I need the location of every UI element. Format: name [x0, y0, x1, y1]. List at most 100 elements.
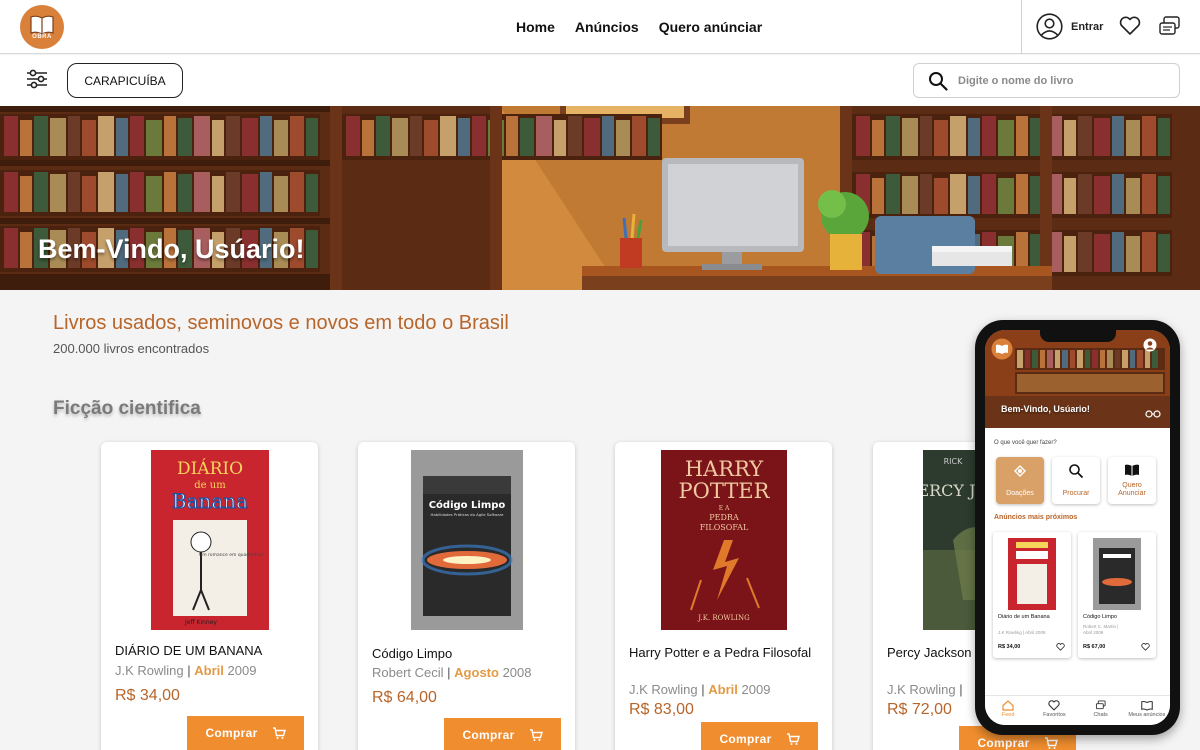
cover-text: Código Limpo	[428, 499, 505, 511]
buy-label: Comprar	[977, 736, 1030, 750]
glasses-icon	[1145, 410, 1161, 418]
city-button[interactable]: CARAPICUÍBA	[67, 63, 183, 98]
meta-separator: |	[701, 682, 705, 697]
cart-icon	[786, 732, 800, 745]
hero-title: Bem-Vindo, Usúario!	[38, 234, 305, 264]
tab-chats-label: Chats	[1093, 712, 1108, 718]
cover-text: E A	[718, 505, 729, 512]
chat-icon	[1095, 700, 1106, 710]
book-card[interactable]: HARRY POTTER E A PEDRA FILOSOFAL J.K. RO…	[615, 442, 832, 750]
search-action-button[interactable]: Procurar	[1052, 457, 1100, 504]
logo-text: OBRA	[32, 34, 52, 40]
cover-text: DIÁRIO	[176, 458, 242, 479]
tab-meus-anuncios[interactable]: Meus anúncios	[1127, 700, 1167, 725]
meta-separator: |	[447, 665, 451, 680]
book-cover-image	[1093, 538, 1141, 610]
cover-text: PEDRA	[709, 513, 739, 522]
cover-text: Habilidades Práticas do Agile Software	[430, 512, 504, 517]
cart-icon	[529, 728, 543, 741]
book-price: R$ 34,00	[115, 687, 180, 704]
cover-text: J.K. ROWLING	[697, 614, 750, 622]
phone-screen: Bem-Vindo, Usúario! O que você quer faze…	[985, 330, 1170, 725]
book-card[interactable]: DIÁRIO de um Banana Um romance em quadri…	[101, 442, 318, 750]
book-meta: J.K Rowling |	[887, 682, 963, 697]
cover-text: Um romance em quadrinhos	[198, 552, 263, 558]
buy-button[interactable]: Comprar	[187, 716, 304, 750]
donation-icon	[1014, 465, 1026, 477]
nav-home[interactable]: Home	[516, 19, 555, 35]
tab-chats[interactable]: Chats	[1081, 700, 1121, 725]
logo[interactable]: OBRA	[20, 5, 64, 49]
book-author: J.K Rowling	[887, 682, 956, 697]
advertise-label: Quero Anunciar	[1118, 482, 1146, 497]
phone-book-title: Código Limpo	[1083, 614, 1117, 620]
book-title: Harry Potter e a Pedra Filosofal	[629, 645, 812, 660]
hero-banner: Bem-Vindo, Usúario!	[0, 106, 1200, 290]
tab-favoritos-label: Favoritos	[1043, 712, 1066, 718]
book-month: Abril	[194, 663, 224, 678]
search-input[interactable]	[958, 74, 1158, 87]
book-meta: Robert Cecil | Agosto 2008	[372, 665, 532, 680]
cover-text: POTTER	[678, 479, 770, 503]
book-logo-icon	[30, 15, 54, 35]
book-price: R$ 83,00	[629, 701, 694, 718]
book-meta: J.K Rowling | Abril 2009	[115, 663, 256, 678]
meta-separator: |	[187, 663, 191, 678]
filter-sliders-icon[interactable]	[26, 69, 48, 89]
buy-label: Comprar	[462, 728, 515, 742]
tab-favoritos[interactable]: Favoritos	[1034, 700, 1074, 725]
book-month: Abril	[708, 682, 738, 697]
section-headline: Livros usados, seminovos e novos em todo…	[53, 312, 509, 334]
search-icon	[1069, 464, 1084, 479]
heart-icon[interactable]	[1119, 16, 1141, 36]
book-author: J.K Rowling	[629, 682, 698, 697]
cover-text: RICK	[944, 457, 964, 466]
cover-text: Banana	[171, 489, 247, 513]
phone-book-price: R$ 67,00	[1083, 644, 1106, 650]
chat-icon[interactable]	[1158, 15, 1182, 39]
cover-text: FILOSOFAL	[699, 523, 748, 532]
search-action-label: Procurar	[1062, 490, 1090, 497]
phone-book-card[interactable]: Código Limpo Robert C. Martin | Abril 20…	[1078, 532, 1156, 658]
buy-button[interactable]: Comprar	[444, 718, 561, 750]
meta-separator: |	[959, 682, 963, 697]
nav-quero-anunciar[interactable]: Quero anúnciar	[659, 19, 762, 35]
book-year: 2009	[227, 663, 257, 678]
phone-book-meta-line: Abril 2009	[1083, 630, 1104, 635]
book-price: R$ 72,00	[887, 701, 952, 718]
main-nav: Home Anúncios Quero anúnciar	[516, 19, 762, 35]
donations-label: Doações	[1006, 490, 1034, 497]
nav-anuncios[interactable]: Anúncios	[575, 19, 639, 35]
heart-icon[interactable]	[1056, 643, 1065, 651]
book-cover-image: HARRY POTTER E A PEDRA FILOSOFAL J.K. RO…	[660, 450, 787, 630]
tab-feed-label: Feed	[1001, 712, 1015, 718]
heart-icon[interactable]	[1141, 643, 1150, 651]
donations-button[interactable]: Doações	[996, 457, 1044, 504]
book-year: 2008	[502, 665, 532, 680]
book-cover-image: DIÁRIO de um Banana Um romance em quadri…	[150, 450, 269, 630]
cart-icon	[1044, 736, 1058, 749]
book-title: DIÁRIO DE UM BANANA	[115, 643, 263, 658]
phone-hero-title: Bem-Vindo, Usúario!	[1001, 404, 1090, 414]
nav-divider	[1021, 0, 1022, 54]
login-button[interactable]: Entrar	[1036, 13, 1103, 40]
phone-tab-bar: Feed Favoritos Chats Meus anúncios	[985, 695, 1170, 725]
search-icon[interactable]	[928, 71, 948, 91]
filter-bar: CARAPICUÍBA	[0, 55, 1200, 106]
phone-user-icon[interactable]	[1143, 338, 1157, 352]
phone-question: O que você quer fazer?	[994, 440, 1057, 446]
phone-book-title: Diário de um Banana	[998, 614, 1050, 620]
phone-book-card[interactable]: Diário de um Banana J.K Rowling | Abril …	[993, 532, 1071, 658]
book-card[interactable]: Código Limpo Habilidades Práticas do Agi…	[358, 442, 575, 750]
cover-text: Jeff Kinney	[184, 619, 217, 626]
cart-icon	[272, 726, 286, 739]
book-cover-image	[1008, 538, 1056, 610]
phone-book-meta: J.K Rowling | Abril 2009	[998, 630, 1046, 635]
phone-mockup: Bem-Vindo, Usúario! O que você quer faze…	[975, 320, 1180, 735]
book-cover-image: Código Limpo Habilidades Práticas do Agi…	[410, 450, 523, 630]
advertise-button[interactable]: Quero Anunciar	[1108, 457, 1156, 504]
book-author: Robert Cecil	[372, 665, 444, 680]
buy-label: Comprar	[719, 732, 772, 746]
tab-feed[interactable]: Feed	[988, 700, 1028, 725]
buy-button[interactable]: Comprar	[701, 722, 818, 750]
